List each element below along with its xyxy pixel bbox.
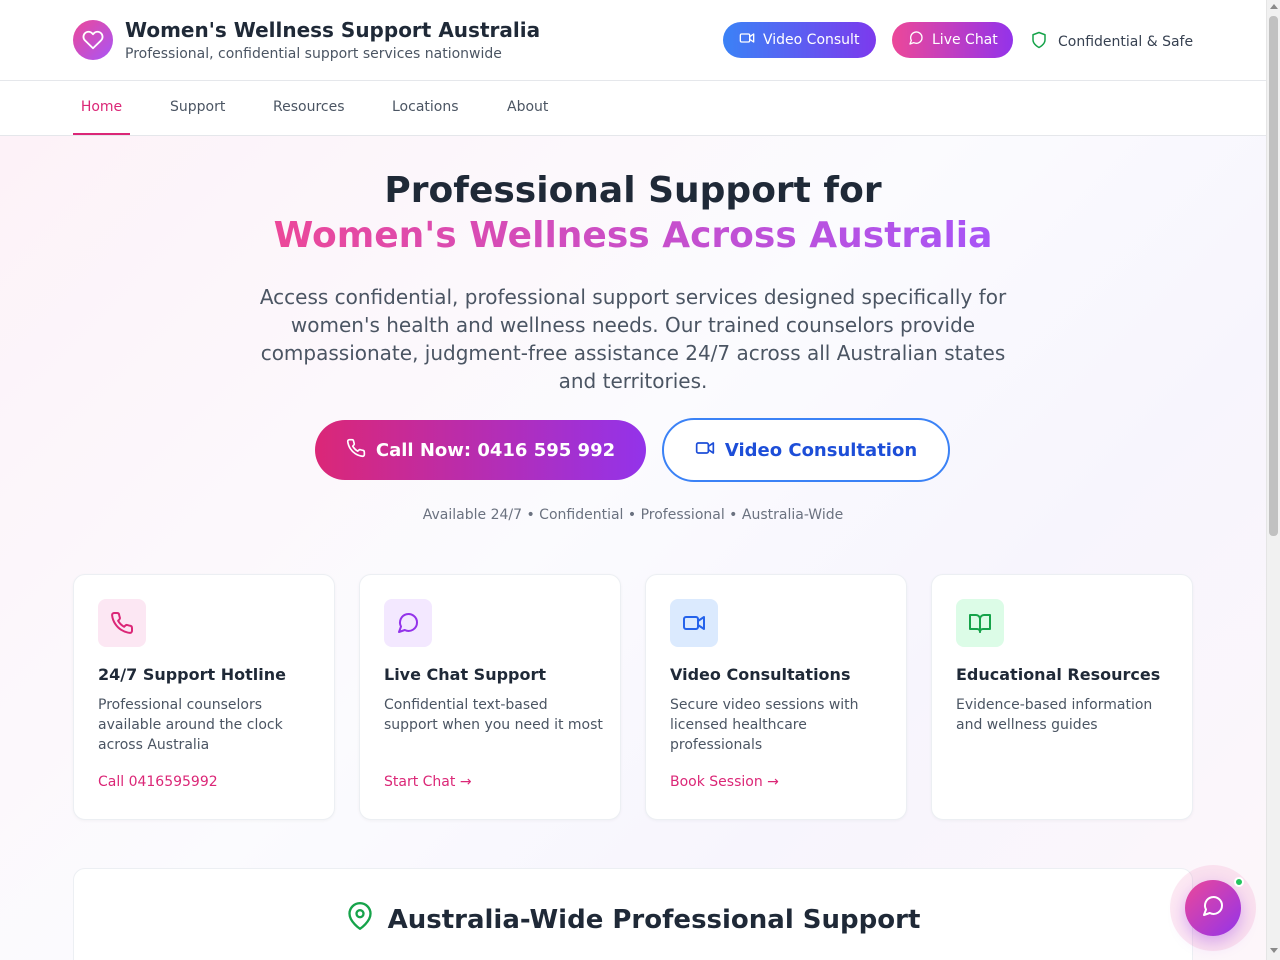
nav-about[interactable]: About <box>507 81 548 135</box>
site-header: Women's Wellness Support Australia Profe… <box>0 0 1266 81</box>
card-title: Educational Resources <box>956 665 1161 684</box>
section-title: Australia-Wide Professional Support <box>387 904 921 935</box>
card-title: Live Chat Support <box>384 665 547 684</box>
main-nav: Home Support Resources Locations About <box>0 81 1266 136</box>
card-description: Secure video sessions with licensed heal… <box>670 697 859 753</box>
card-title: 24/7 Support Hotline <box>98 665 286 684</box>
floating-chat-button[interactable] <box>1185 880 1241 936</box>
site-title[interactable]: Women's Wellness Support Australia <box>125 18 540 42</box>
video-camera-icon <box>670 599 718 647</box>
heart-icon[interactable] <box>73 20 113 60</box>
video-consultation-button[interactable]: Video Consultation <box>662 418 950 482</box>
service-card-resources: Educational Resources Evidence-based inf… <box>931 574 1193 820</box>
chat-bubble-icon <box>384 599 432 647</box>
confidential-badge: Confidential & Safe <box>1030 30 1193 54</box>
video-camera-icon <box>695 438 715 463</box>
nav-locations[interactable]: Locations <box>392 81 459 135</box>
hero-description: Access confidential, professional suppor… <box>259 285 1007 393</box>
phone-icon <box>346 438 366 463</box>
start-chat-link[interactable]: Start Chat → <box>384 774 472 790</box>
hero-section <box>0 136 1266 960</box>
section-heading: Australia-Wide Professional Support <box>0 900 1266 939</box>
scroll-up-arrow-icon[interactable] <box>1270 4 1278 9</box>
service-card-hotline: 24/7 Support Hotline Professional counse… <box>73 574 335 820</box>
card-description: Professional counselors available around… <box>98 697 283 753</box>
book-session-link[interactable]: Book Session → <box>670 774 779 790</box>
card-description: Confidential text-based support when you… <box>384 697 603 733</box>
video-consult-button[interactable]: Video Consult <box>723 22 876 58</box>
nav-home[interactable]: Home <box>73 81 130 135</box>
scrollbar-thumb[interactable] <box>1269 16 1278 536</box>
service-card-live-chat: Live Chat Support Confidential text-base… <box>359 574 621 820</box>
live-chat-label: Live Chat <box>932 32 998 48</box>
service-card-video: Video Consultations Secure video session… <box>645 574 907 820</box>
nav-support[interactable]: Support <box>170 81 225 135</box>
page-scrollbar[interactable] <box>1266 0 1280 960</box>
shield-icon <box>1030 30 1048 54</box>
scroll-down-arrow-icon[interactable] <box>1270 948 1278 953</box>
map-pin-icon <box>346 900 374 939</box>
live-chat-button[interactable]: Live Chat <box>892 22 1013 58</box>
book-open-icon <box>956 599 1004 647</box>
hero-headline-gradient-text: Women's Wellness Across Australia <box>273 215 993 256</box>
phone-icon <box>98 599 146 647</box>
hero-headline: Professional Support for <box>384 170 882 211</box>
call-now-button[interactable]: Call Now: 0416 595 992 <box>315 420 646 480</box>
page: Women's Wellness Support Australia Profe… <box>0 0 1266 960</box>
online-status-dot <box>1234 877 1244 887</box>
call-now-label: Call Now: 0416 595 992 <box>375 439 616 461</box>
availability-text: Available 24/7 • Confidential • Professi… <box>422 507 844 523</box>
chat-bubble-icon <box>908 30 924 50</box>
call-hotline-link[interactable]: Call 0416595992 <box>98 774 218 790</box>
site-subtitle: Professional, confidential support servi… <box>125 46 502 62</box>
video-consultation-label: Video Consultation <box>724 439 918 461</box>
hero-headline-highlight: Women's Wellness Across Australia <box>0 215 1266 256</box>
card-title: Video Consultations <box>670 665 851 684</box>
confidential-label: Confidential & Safe <box>1058 34 1194 50</box>
video-camera-icon <box>739 30 755 50</box>
video-consult-label: Video Consult <box>763 32 860 48</box>
chat-bubble-icon <box>1201 894 1225 922</box>
card-description: Evidence-based information and wellness … <box>956 697 1153 733</box>
nav-resources[interactable]: Resources <box>273 81 345 135</box>
